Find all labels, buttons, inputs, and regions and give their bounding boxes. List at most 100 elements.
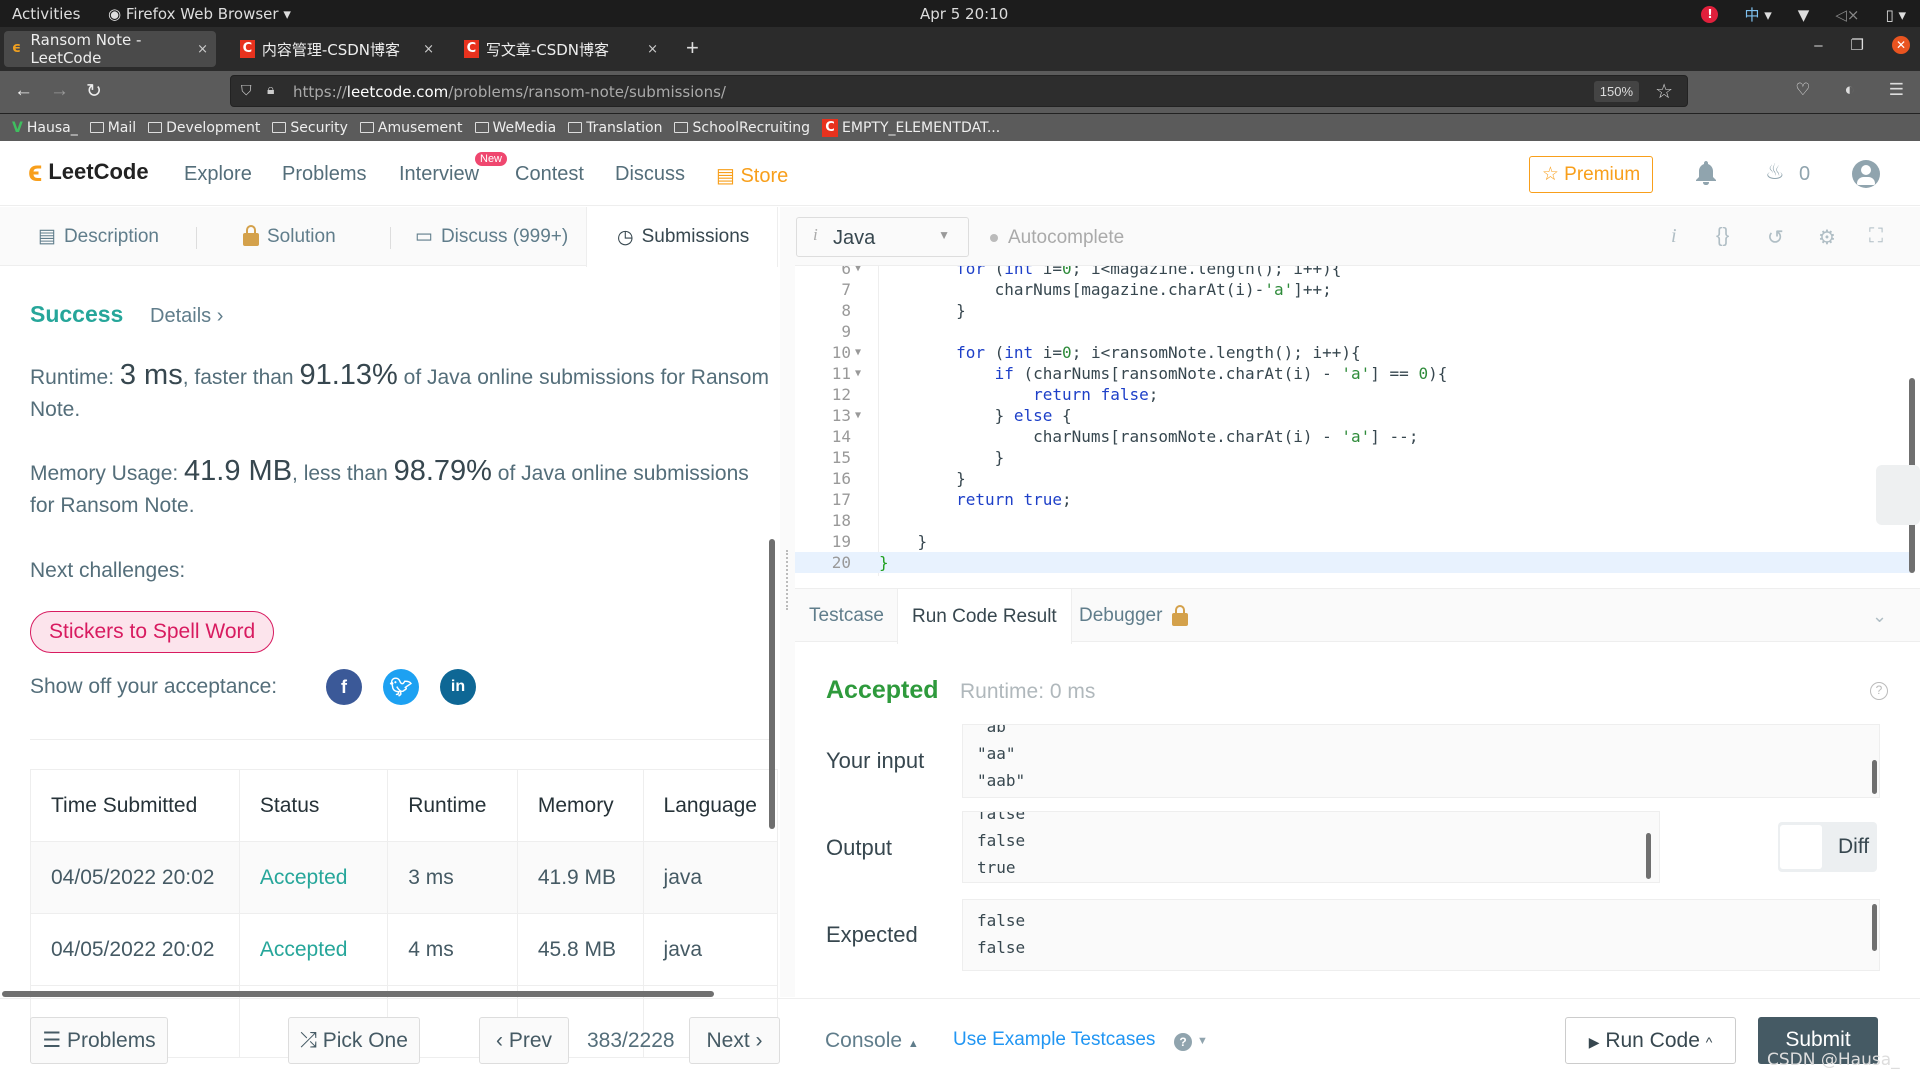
code-line[interactable]: 13 ▼ } else { <box>795 405 1910 426</box>
close-window-button[interactable]: ✕ <box>1892 36 1910 54</box>
code-line[interactable]: 7 charNums[magazine.charAt(i)-'a']++; <box>795 279 1910 300</box>
fold-arrow-icon[interactable]: ▼ <box>855 342 861 363</box>
code-editor[interactable]: 6 ▼ for (int i=0; i<magazine.length(); i+… <box>795 266 1910 576</box>
wifi-icon[interactable]: ▼ <box>1798 6 1810 24</box>
extension-icon[interactable]: ◐ <box>1844 80 1854 100</box>
caret-down-icon[interactable]: ▼ <box>1197 1035 1208 1047</box>
linkedin-icon[interactable]: in <box>440 669 476 705</box>
forward-button[interactable]: → <box>50 80 69 102</box>
battery-icon[interactable]: ▯ ▾ <box>1885 6 1906 24</box>
copy-icon[interactable] <box>1876 465 1920 525</box>
help-icon[interactable]: ? <box>1174 1033 1192 1051</box>
facebook-icon[interactable]: f <box>326 669 362 705</box>
table-row[interactable]: 04/05/2022 20:02 Accepted 3 ms 41.9 MB j… <box>30 841 779 914</box>
nav-problems[interactable]: Problems <box>282 163 366 186</box>
code-line[interactable]: 12 return false; <box>795 384 1910 405</box>
pane-resizer[interactable] <box>780 207 795 997</box>
scrollbar[interactable] <box>1872 904 1877 951</box>
user-avatar[interactable] <box>1852 160 1880 188</box>
bookmark-folder[interactable]: Security <box>272 120 348 136</box>
status-link[interactable]: Accepted <box>238 913 389 986</box>
browser-tab[interactable]: ϵ Ransom Note - LeetCode × <box>4 31 216 67</box>
column-header[interactable]: Time Submitted <box>30 769 240 842</box>
autocomplete-toggle[interactable]: Autocomplete <box>990 227 1124 249</box>
shield-icon[interactable]: ⛉ <box>241 82 252 99</box>
lock-icon[interactable]: 🔒︎ <box>267 81 274 98</box>
diff-toggle[interactable]: Diff <box>1778 822 1877 872</box>
challenge-chip[interactable]: Stickers to Spell Word <box>30 611 275 653</box>
minimize-button[interactable]: – <box>1814 37 1822 54</box>
zoom-level-badge[interactable]: 150% <box>1593 81 1639 102</box>
browser-tab[interactable]: C 写文章-CSDN博客 × <box>456 31 666 67</box>
output-box[interactable]: false false true <box>962 811 1660 883</box>
fold-arrow-icon[interactable]: ▼ <box>855 363 861 384</box>
fire-streak-icon[interactable]: ♨ <box>1765 159 1785 185</box>
code-line[interactable]: 14 charNums[ransomNote.charAt(i) - 'a'] … <box>795 426 1910 447</box>
nav-store[interactable]: ▤ Store <box>716 163 788 188</box>
next-button[interactable]: Next › <box>689 1017 780 1064</box>
reload-button[interactable]: ↻ <box>86 80 102 103</box>
bookmark-folder[interactable]: Development <box>148 120 260 136</box>
nav-discuss[interactable]: Discuss <box>615 163 685 186</box>
column-header[interactable]: Status <box>238 769 389 842</box>
settings-icon[interactable]: ⚙ <box>1818 225 1836 250</box>
app-menu[interactable]: ◉ Firefox Web Browser ▾ <box>108 5 291 23</box>
bookmark-folder[interactable]: Amusement <box>359 120 463 136</box>
language-select[interactable]: i Java ▼ <box>796 217 969 257</box>
back-button[interactable]: ← <box>14 80 33 102</box>
notification-bell-icon[interactable] <box>1695 160 1717 186</box>
status-link[interactable]: Accepted <box>238 841 389 914</box>
prev-button[interactable]: ‹ Prev <box>479 1017 569 1064</box>
tab-solution[interactable]: Solution <box>243 207 336 266</box>
tab-submissions[interactable]: ◷ Submissions <box>586 207 778 267</box>
code-line[interactable]: 17 return true; <box>795 489 1910 510</box>
close-tab-icon[interactable]: × <box>423 42 434 57</box>
bookmark-item[interactable]: C EMPTY_ELEMENTDAT... <box>822 118 1000 137</box>
horizontal-scrollbar[interactable] <box>2 991 714 997</box>
tab-discuss[interactable]: ▭ Discuss (999+) <box>415 207 568 266</box>
code-line[interactable]: 6 ▼ for (int i=0; i<magazine.length(); i+… <box>795 266 1910 279</box>
tab-description[interactable]: ▤ Description <box>38 207 159 266</box>
tab-testcase[interactable]: Testcase <box>795 589 898 643</box>
collapse-chevron-icon[interactable]: ⌄ <box>1872 606 1887 627</box>
browser-tab[interactable]: C 内容管理-CSDN博客 × <box>232 31 442 67</box>
code-line[interactable]: 18 <box>795 510 1910 531</box>
alert-icon[interactable]: ! <box>1701 6 1719 23</box>
premium-button[interactable]: ☆ Premium <box>1529 156 1653 193</box>
format-braces-icon[interactable]: {} <box>1716 225 1729 248</box>
console-toggle[interactable]: Console ▲ <box>825 1029 919 1053</box>
code-line[interactable]: 16 } <box>795 468 1910 489</box>
column-header[interactable]: Language <box>642 769 779 842</box>
fold-arrow-icon[interactable]: ▼ <box>855 266 861 279</box>
code-line[interactable]: 9 <box>795 321 1910 342</box>
code-line[interactable]: 8 } <box>795 300 1910 321</box>
input-method-indicator[interactable]: 中 ▾ <box>1744 4 1771 25</box>
url-text[interactable]: https://leetcode.com/problems/ransom-not… <box>293 83 726 101</box>
code-line[interactable]: 15 } <box>795 447 1910 468</box>
bookmark-folder[interactable]: WeMedia <box>474 120 556 136</box>
url-bar[interactable]: ⛉ 🔒︎ https://leetcode.com/problems/ranso… <box>230 75 1688 107</box>
bookmark-folder[interactable]: Translation <box>568 120 662 136</box>
vertical-scrollbar[interactable] <box>769 539 775 829</box>
bookmark-folder[interactable]: SchoolRecruiting <box>674 120 810 136</box>
bookmark-star-icon[interactable]: ☆ <box>1655 79 1673 104</box>
scrollbar[interactable] <box>1872 760 1877 794</box>
details-link[interactable]: Details › <box>150 305 223 328</box>
volume-muted-icon[interactable]: ◁× <box>1835 6 1859 24</box>
fullscreen-icon[interactable]: ⛶ <box>1869 225 1883 248</box>
bookmark-folder[interactable]: Mail <box>89 120 136 136</box>
use-example-testcases-link[interactable]: Use Example Testcases <box>953 1029 1155 1051</box>
nav-interview[interactable]: Interview <box>399 163 479 186</box>
menu-icon[interactable]: ☰ <box>1889 80 1904 100</box>
problems-button[interactable]: ☰ Problems <box>30 1017 168 1064</box>
tab-debugger[interactable]: Debugger <box>1065 589 1202 643</box>
twitter-icon[interactable]: 🐦︎ <box>383 669 419 705</box>
leetcode-logo[interactable]: ϵ LeetCode <box>28 157 149 187</box>
column-header[interactable]: Runtime <box>387 769 518 842</box>
info-icon[interactable]: i <box>1671 225 1677 248</box>
scrollbar[interactable] <box>1646 833 1651 879</box>
code-line[interactable]: 11 ▼ if (charNums[ransomNote.charAt(i) - … <box>795 363 1910 384</box>
fold-arrow-icon[interactable]: ▼ <box>855 405 861 426</box>
bookmark-item[interactable]: V Hausa_ <box>12 120 78 136</box>
code-line[interactable]: 19 } <box>795 531 1910 552</box>
